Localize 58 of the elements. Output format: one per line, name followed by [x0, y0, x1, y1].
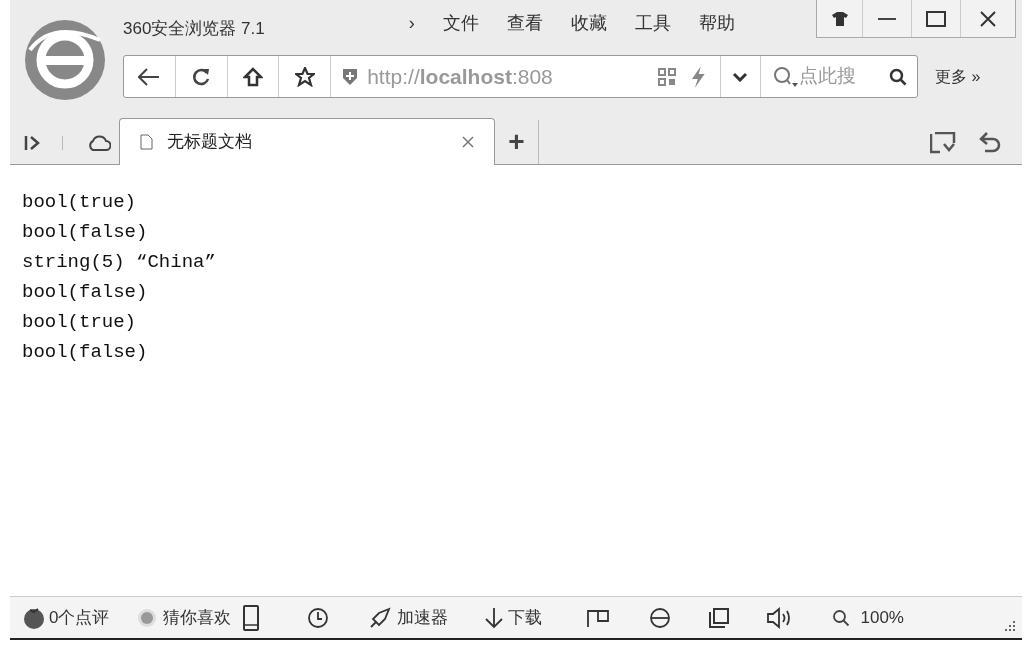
undo-icon[interactable]: [978, 132, 1002, 154]
status-label[interactable]: 加速器: [397, 604, 449, 631]
menu-item[interactable]: 收藏: [570, 10, 607, 37]
menu-item[interactable]: 查看: [506, 10, 543, 37]
close-icon: [980, 10, 996, 27]
reload-icon: [192, 66, 211, 87]
back-arrow-icon: [138, 67, 161, 86]
page-icon: [140, 134, 153, 150]
output-line: bool(true): [22, 190, 137, 215]
speaker-icon[interactable]: [766, 606, 793, 629]
shirt-icon: [831, 11, 848, 26]
qr-code-icon: [658, 67, 677, 86]
status-label[interactable]: 100%: [860, 604, 904, 631]
dropdown-button[interactable]: [719, 56, 761, 97]
resize-grip-icon[interactable]: [1004, 620, 1016, 632]
lightning-icon[interactable]: [690, 65, 706, 88]
more-button[interactable]: 更多 »: [935, 64, 981, 89]
close-tab-icon[interactable]: [462, 136, 474, 148]
sidebar-toggle-icon[interactable]: [24, 135, 40, 151]
maximize-icon: [926, 10, 946, 27]
status-label[interactable]: 0个点评: [49, 604, 110, 631]
tab-list-icon[interactable]: [930, 132, 956, 154]
e-logo-icon[interactable]: [648, 606, 673, 629]
search-field[interactable]: 点此搜: [799, 62, 889, 91]
output-line: bool(false): [22, 280, 148, 305]
star-icon: [294, 66, 315, 87]
rocket-icon[interactable]: [369, 606, 392, 629]
output-line: string(5) “China”: [22, 250, 216, 275]
window-icon[interactable]: [708, 606, 731, 629]
menu-item[interactable]: 帮助: [698, 10, 735, 37]
output-line: bool(false): [22, 220, 148, 245]
url-text: http://localhost:808: [367, 63, 553, 90]
search-engine-icon: [773, 65, 799, 88]
browser-tab[interactable]: 无标题文档: [119, 118, 495, 165]
phone-icon[interactable]: [243, 604, 260, 631]
output-line: bool(false): [22, 340, 148, 365]
new-tab-button[interactable]: +: [495, 120, 539, 164]
browser-logo-icon: [22, 20, 108, 100]
window-title: 360安全浏览器 7.1: [123, 18, 265, 40]
menu-item[interactable]: 文件: [442, 10, 479, 37]
circle-icon[interactable]: [137, 607, 158, 628]
status-label[interactable]: 下载: [508, 604, 543, 631]
home-icon: [243, 66, 263, 87]
download-arrow-icon[interactable]: [484, 606, 505, 629]
menu-item[interactable]: 工具: [634, 10, 671, 37]
cloud-icon[interactable]: [87, 134, 111, 152]
clock-icon[interactable]: [307, 606, 330, 629]
search-icon[interactable]: [889, 67, 907, 86]
status-label[interactable]: 猜你喜欢: [163, 604, 232, 631]
shield-icon: [343, 68, 358, 85]
chevron-down-icon: [732, 71, 749, 82]
menu-item[interactable]: ›: [408, 10, 415, 37]
tab-title: 无标题文档: [167, 131, 252, 154]
flag-icon[interactable]: [586, 607, 611, 628]
minimize-icon: [878, 17, 896, 20]
tomato-icon[interactable]: [22, 606, 46, 629]
search-icon[interactable]: [832, 608, 851, 627]
output-line: bool(true): [22, 310, 137, 335]
